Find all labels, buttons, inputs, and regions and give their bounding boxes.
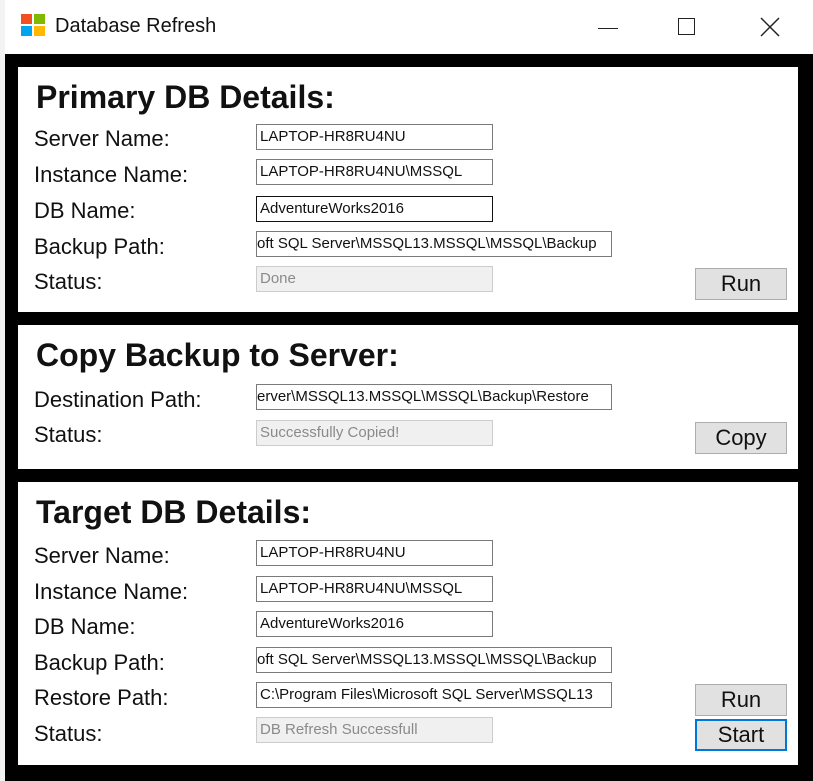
close-button[interactable] [740,0,800,54]
primary-status-label: Status: [34,269,103,294]
copy-heading: Copy Backup to Server: [36,337,399,373]
form-body: Primary DB Details: Server Name: LAPTOP-… [5,54,813,781]
destination-path-label: Destination Path: [34,387,202,412]
primary-backup-input[interactable]: oft SQL Server\MSSQL13.MSSQL\MSSQL\Backu… [256,231,612,257]
target-restore-label: Restore Path: [34,685,169,710]
destination-path-input[interactable]: erver\MSSQL13.MSSQL\MSSQL\Backup\Restore [256,384,612,410]
copy-backup-panel: Copy Backup to Server: Destination Path:… [18,325,798,469]
window-title: Database Refresh [55,15,217,37]
target-restore-input[interactable]: C:\Program Files\Microsoft SQL Server\MS… [256,682,612,708]
destination-path-value: erver\MSSQL13.MSSQL\MSSQL\Backup\Restore [257,388,589,405]
primary-instance-input[interactable]: LAPTOP-HR8RU4NU\MSSQL [256,159,493,185]
primary-backup-label: Backup Path: [34,234,165,259]
target-db-input[interactable]: AdventureWorks2016 [256,611,493,637]
target-server-input[interactable]: LAPTOP-HR8RU4NU [256,540,493,566]
target-backup-input[interactable]: oft SQL Server\MSSQL13.MSSQL\MSSQL\Backu… [256,647,612,673]
title-bar[interactable]: Database Refresh [5,0,813,54]
target-backup-label: Backup Path: [34,650,165,675]
target-run-button[interactable]: Run [695,684,787,716]
primary-db-label: DB Name: [34,198,136,223]
primary-heading: Primary DB Details: [36,79,335,115]
primary-server-input[interactable]: LAPTOP-HR8RU4NU [256,124,493,150]
primary-db-input[interactable]: AdventureWorks2016 [256,196,493,222]
copy-button[interactable]: Copy [695,422,787,454]
minimize-button[interactable] [580,0,640,54]
primary-backup-value: oft SQL Server\MSSQL13.MSSQL\MSSQL\Backu… [257,235,597,252]
copy-status-field: Successfully Copied! [256,420,493,446]
target-status-label: Status: [34,721,103,746]
target-heading: Target DB Details: [36,494,312,530]
target-instance-input[interactable]: LAPTOP-HR8RU4NU\MSSQL [256,576,493,602]
minimize-icon [598,28,618,29]
primary-server-label: Server Name: [34,126,170,151]
target-status-field: DB Refresh Successfull [256,717,493,743]
copy-status-label: Status: [34,422,103,447]
maximize-button[interactable] [660,0,720,54]
primary-status-field: Done [256,266,493,292]
target-db-panel: Target DB Details: Server Name: LAPTOP-H… [18,482,798,765]
maximize-icon [678,18,695,35]
close-icon [760,17,780,37]
target-backup-value: oft SQL Server\MSSQL13.MSSQL\MSSQL\Backu… [257,651,597,668]
target-instance-label: Instance Name: [34,579,189,604]
primary-db-panel: Primary DB Details: Server Name: LAPTOP-… [18,67,798,312]
primary-instance-label: Instance Name: [34,162,189,187]
primary-run-button[interactable]: Run [695,268,787,300]
target-db-label: DB Name: [34,614,136,639]
app-icon [21,14,45,36]
start-button[interactable]: Start [695,719,787,751]
target-server-label: Server Name: [34,543,170,568]
